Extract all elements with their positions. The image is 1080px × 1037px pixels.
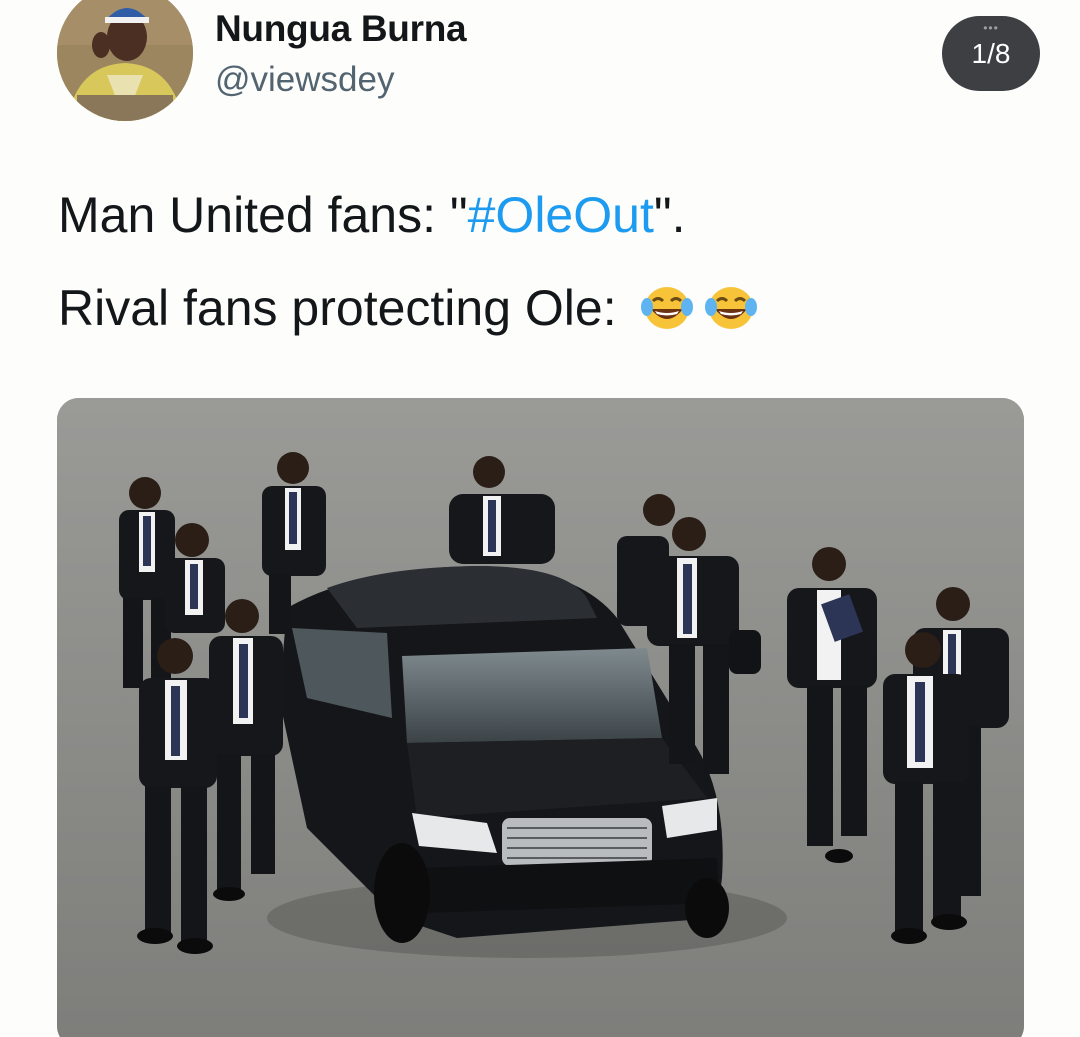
hashtag-link[interactable]: #OleOut [468,187,654,243]
avatar[interactable] [57,0,193,121]
author-display-name[interactable]: Nungua Burna [215,8,467,50]
face-with-tears-of-joy-icon [640,287,693,329]
tweet-text-suffix: ". [653,187,686,243]
tweet-media-photo[interactable] [57,398,1024,1037]
more-dots-icon: ••• [983,21,999,35]
photo-icon [57,398,1024,1037]
tweet-text-line-2-text: Rival fans protecting Ole: [58,280,617,336]
media-counter-text: 1/8 [971,37,1011,69]
author-handle[interactable]: @viewsdey [215,60,394,100]
tweet-text-line-2: Rival fans protecting Ole: [58,279,759,337]
media-counter-badge: ••• 1/8 [942,16,1040,91]
tweet-text-prefix: Man United fans: " [58,187,468,243]
tweet-text-line-1: Man United fans: "#OleOut". [58,186,685,244]
tweet-card: Nungua Burna @viewsdey ••• 1/8 Man Unite… [0,0,1080,1037]
face-with-tears-of-joy-icon [704,287,757,329]
